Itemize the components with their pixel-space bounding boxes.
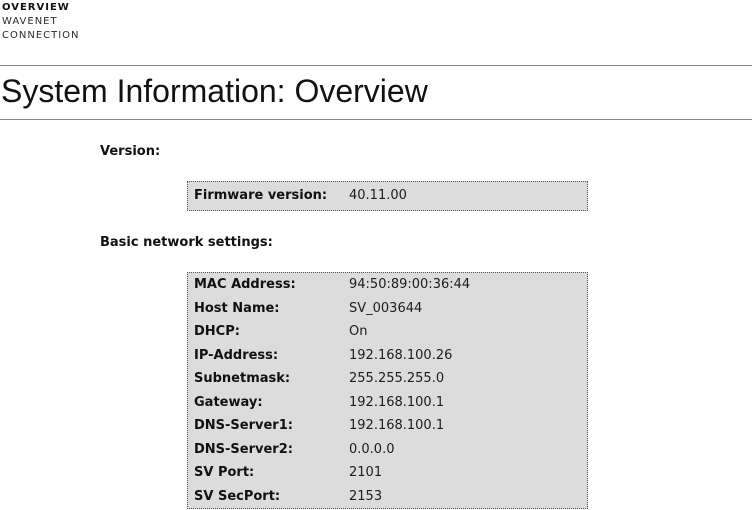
row-label: Subnetmask: [194,367,349,391]
table-row: DHCP: On [188,320,587,344]
row-value: 2153 [349,485,382,509]
nav-link-wavenet[interactable]: WAVENET [2,15,80,29]
table-row: Firmware version: 40.11.00 [188,182,587,210]
row-value: 255.255.255.0 [349,367,444,391]
nav-link-overview[interactable]: OVERVIEW [2,1,80,15]
row-label: DHCP: [194,320,349,344]
row-label: MAC Address: [194,273,349,297]
row-value: 40.11.00 [349,182,407,210]
row-label: IP-Address: [194,344,349,368]
row-label: DNS-Server1: [194,414,349,438]
row-label: DNS-Server2: [194,438,349,462]
row-value: 94:50:89:00:36:44 [349,273,470,297]
table-row: SV SecPort: 2153 [188,485,587,509]
divider-below-title [0,119,752,120]
row-value: 0.0.0.0 [349,438,394,462]
row-label: Gateway: [194,391,349,415]
table-row: MAC Address: 94:50:89:00:36:44 [188,273,587,297]
row-value: 192.168.100.26 [349,344,452,368]
table-row: DNS-Server1: 192.168.100.1 [188,414,587,438]
table-row: Subnetmask: 255.255.255.0 [188,367,587,391]
row-label: Firmware version: [194,182,349,210]
row-label: Host Name: [194,297,349,321]
table-row: Host Name: SV_003644 [188,297,587,321]
row-value: 192.168.100.1 [349,414,444,438]
table-row: SV Port: 2101 [188,461,587,485]
row-value: 2101 [349,461,382,485]
row-label: SV SecPort: [194,485,349,509]
section-heading-version: Version: [100,144,160,159]
row-value: SV_003644 [349,297,422,321]
row-value: 192.168.100.1 [349,391,444,415]
network-settings-box: MAC Address: 94:50:89:00:36:44 Host Name… [187,272,588,509]
table-row: DNS-Server2: 0.0.0.0 [188,438,587,462]
table-row: IP-Address: 192.168.100.26 [188,344,587,368]
row-label: SV Port: [194,461,349,485]
top-navigation: OVERVIEW WAVENET CONNECTION [2,1,80,43]
version-info-box: Firmware version: 40.11.00 [187,181,588,211]
divider-above-title [0,65,752,66]
table-row: Gateway: 192.168.100.1 [188,391,587,415]
row-value: On [349,320,367,344]
nav-link-connection[interactable]: CONNECTION [2,29,80,43]
page-title: System Information: Overview [1,72,428,110]
section-heading-network: Basic network settings: [100,235,273,250]
